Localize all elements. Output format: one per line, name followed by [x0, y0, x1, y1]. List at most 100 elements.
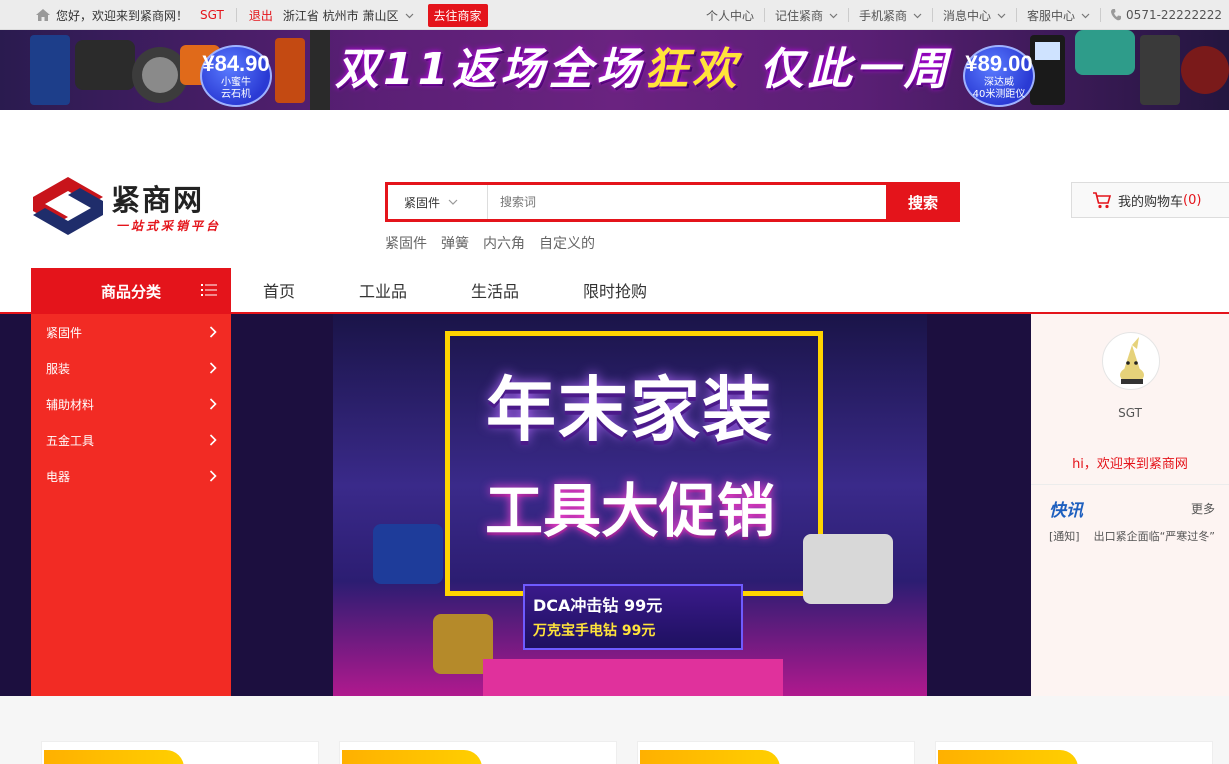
chevron-down-icon[interactable]	[405, 11, 414, 20]
category-sidebar: 紧固件 服装 辅助材料 五金工具 电器	[31, 314, 231, 696]
hero-deal-box: DCA冲击钻 99元 万克宝手电钻 99元	[523, 584, 743, 650]
chevron-down-icon	[448, 199, 458, 205]
sidebar-item-label: 电器	[46, 469, 71, 484]
divider	[235, 8, 237, 22]
sidebar-item-appliances[interactable]: 电器	[31, 458, 231, 494]
message-center-label: 消息中心	[943, 8, 992, 23]
divider	[1031, 484, 1229, 485]
shopping-cart-icon	[1093, 192, 1112, 209]
nav-link-daily[interactable]: 生活品	[471, 278, 519, 302]
go-merchant-button[interactable]: 去往商家	[427, 3, 488, 27]
home-icon[interactable]	[36, 9, 50, 21]
hot-word-link[interactable]: 弹簧	[441, 233, 469, 253]
chevron-down-icon	[913, 13, 922, 18]
slogan-part-3: 狂欢	[644, 44, 741, 95]
news-title: 快讯	[1049, 501, 1083, 521]
promo-banner[interactable]: ¥84.90 小蜜牛 云石机 双11返场全场狂欢 仅此一周 ¥89.00 深达威…	[0, 30, 1229, 110]
search-button[interactable]: 搜索	[886, 182, 960, 222]
slogan-part-1: 双11返场	[335, 44, 549, 95]
mobile-label: 手机紧商	[859, 8, 908, 23]
service-center-label: 客服中心	[1027, 8, 1076, 23]
phone-info: 0571-22222222	[1111, 8, 1222, 22]
divider	[932, 8, 934, 22]
divider	[848, 8, 849, 22]
chevron-down-icon	[997, 13, 1006, 18]
category-title-label: 商品分类	[100, 282, 161, 301]
hot-word-link[interactable]: 紧固件	[385, 233, 427, 253]
username-link[interactable]: SGT	[200, 8, 224, 22]
news-text: 出口紧企面临“严寒过冬”	[1093, 530, 1215, 543]
category-menu-title[interactable]: 商品分类	[31, 268, 231, 314]
hero-banner[interactable]: 年末家装 工具大促销 DCA冲击钻 99元 万克宝手电钻 99元	[333, 314, 927, 696]
sidebar-item-fasteners[interactable]: 紧固件	[31, 314, 231, 350]
avatar[interactable]	[1102, 332, 1160, 390]
right-price-badge: ¥89.00 深达威 40米测距仪	[963, 45, 1035, 107]
avatar-image	[1120, 337, 1144, 384]
hammer-drill-image	[803, 534, 893, 604]
logout-link[interactable]: 退出	[249, 7, 273, 24]
search-bar: 紧固件 搜索	[385, 182, 960, 222]
left-price: ¥84.90	[202, 51, 270, 76]
promo-slogan: 双11返场全场狂欢 仅此一周	[335, 38, 955, 102]
right-caption-2: 40米测距仪	[972, 89, 1026, 100]
news-item[interactable]: [通知] 出口紧企面临“严寒过冬”	[1049, 528, 1227, 544]
message-center-menu[interactable]: 消息中心	[943, 7, 1006, 24]
chevron-right-icon	[209, 362, 217, 374]
drill-image	[373, 524, 443, 584]
hot-words: 紧固件 弹簧 内六角 自定义的	[385, 233, 595, 253]
left-price-badge: ¥84.90 小蜜牛 云石机	[200, 45, 272, 107]
chevron-right-icon	[209, 470, 217, 482]
search-category-select[interactable]: 紧固件	[388, 185, 488, 219]
right-caption-1: 深达威	[984, 77, 1014, 88]
hero-deal-2: 万克宝手电钻 99元	[533, 623, 656, 639]
sidebar-item-clothing[interactable]: 服装	[31, 350, 231, 386]
search-input[interactable]	[488, 185, 886, 219]
card-header-pill	[640, 750, 780, 764]
remember-menu[interactable]: 记住紧商	[775, 7, 838, 24]
product-card[interactable]	[41, 741, 319, 764]
product-card[interactable]	[339, 741, 617, 764]
divider	[1016, 8, 1018, 22]
chevron-right-icon	[209, 434, 217, 446]
hot-word-link[interactable]: 自定义的	[539, 233, 595, 253]
hero-deal-1: DCA冲击钻 99元	[533, 596, 663, 615]
nav-link-industrial[interactable]: 工业品	[359, 278, 407, 302]
chevron-right-icon	[209, 326, 217, 338]
sidebar-item-label: 服装	[46, 361, 71, 376]
site-logo[interactable]: 紧商网 一站式采销平台	[31, 175, 231, 237]
sidebar-item-materials[interactable]: 辅助材料	[31, 386, 231, 422]
greeting-text: 您好，欢迎来到紧商网！	[56, 8, 189, 23]
logo-tagline: 一站式采销平台	[116, 219, 222, 233]
nav-link-home[interactable]: 首页	[263, 278, 295, 302]
location-selector[interactable]: 浙江省 杭州市 萧山区	[283, 7, 399, 24]
right-price: ¥89.00	[965, 51, 1033, 76]
sidebar-item-label: 紧固件	[46, 325, 83, 340]
nav-link-flash-sale[interactable]: 限时抢购	[583, 278, 647, 302]
slogan-part-2: 全场	[548, 44, 645, 95]
cart-label: 我的购物车	[1118, 194, 1184, 210]
cart-button[interactable]: 我的购物车 (0)	[1071, 182, 1229, 218]
personal-center-link[interactable]: 个人中心	[706, 7, 754, 24]
hot-word-link[interactable]: 内六角	[483, 233, 525, 253]
top-bar-left: 您好，欢迎来到紧商网！ SGT 退出 浙江省 杭州市 萧山区 去往商家	[36, 0, 488, 30]
chevron-down-icon	[829, 13, 838, 18]
nav-links: 首页 工业品 生活品 限时抢购	[263, 268, 711, 312]
product-card[interactable]	[935, 741, 1213, 764]
main-nav: 商品分类 首页 工业品 生活品 限时抢购	[0, 268, 1229, 314]
personal-center-label: 个人中心	[705, 8, 754, 23]
mobile-menu[interactable]: 手机紧商	[859, 7, 922, 24]
menu-list-icon	[201, 284, 217, 296]
service-center-menu[interactable]: 客服中心	[1027, 7, 1090, 24]
card-header-pill	[44, 750, 184, 764]
news-more-link[interactable]: 更多	[1191, 500, 1215, 517]
slogan-part-4: 仅此一周	[759, 44, 952, 95]
card-header-pill	[342, 750, 482, 764]
divider	[763, 8, 765, 22]
top-bar-right: 个人中心 记住紧商 手机紧商 消息中心 客服中心 0571-22222222	[706, 0, 1222, 30]
user-name: SGT	[1118, 406, 1142, 420]
sidebar-item-hardware-tools[interactable]: 五金工具	[31, 422, 231, 458]
remember-label: 记住紧商	[774, 8, 823, 23]
sidebar-item-label: 五金工具	[46, 433, 95, 448]
product-card[interactable]	[637, 741, 915, 764]
divider	[1100, 8, 1102, 22]
